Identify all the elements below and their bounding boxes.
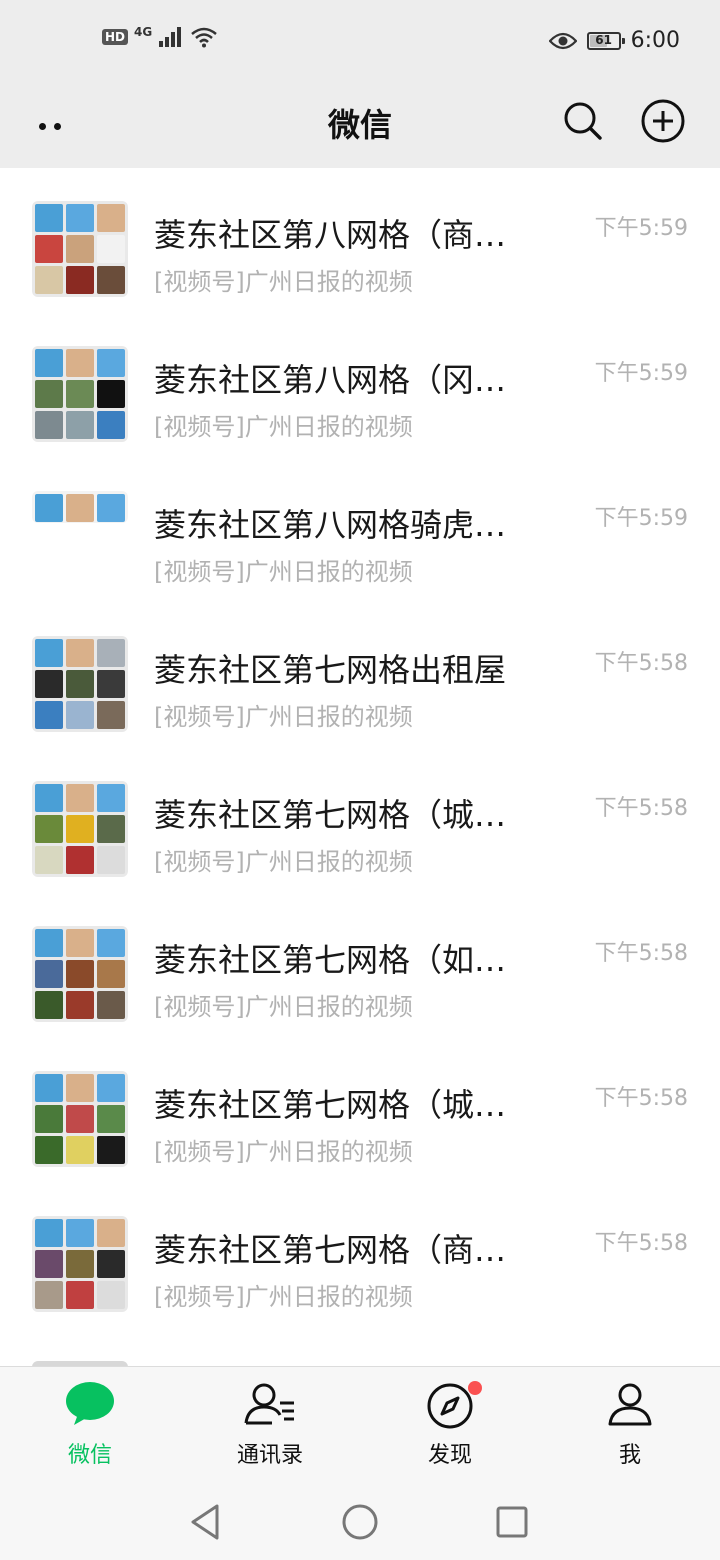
group-avatar: [32, 201, 128, 297]
tab-chats[interactable]: 微信: [0, 1367, 180, 1483]
chat-item[interactable]: 菱东社区第七网格（商… [视频号]广州日报的视频 下午5:58: [0, 1183, 720, 1328]
chat-title: 菱东社区第七网格（商…: [154, 1231, 507, 1269]
back-triangle-icon: [191, 1504, 219, 1540]
chat-preview: [视频号]广州日报的视频: [154, 1138, 413, 1166]
tab-contacts[interactable]: 通讯录: [180, 1367, 360, 1483]
search-button[interactable]: [560, 98, 606, 144]
battery-percentage: 61: [595, 32, 612, 47]
chat-preview: [视频号]广州日报的视频: [154, 703, 413, 731]
chat-time: 下午5:58: [594, 1231, 688, 1256]
tab-label: 微信: [67, 1443, 112, 1468]
chat-preview: [视频号]广州日报的视频: [154, 993, 413, 1021]
chat-preview: [视频号]广州日报的视频: [154, 268, 413, 296]
contacts-icon: [244, 1383, 294, 1425]
hd-badge: HD: [102, 29, 129, 45]
tab-bar: 微信 通讯录 发现 我: [0, 1366, 720, 1483]
chat-title: 菱东社区第七网格（城…: [154, 796, 507, 834]
status-bar: HD 4G 61 6:00: [0, 0, 720, 84]
status-left: HD 4G: [102, 25, 218, 48]
chat-title: 菱东社区第八网格（商…: [154, 216, 507, 254]
chat-item[interactable]: 菱东社区第八网格（冈… [视频号]广州日报的视频 下午5:59: [0, 313, 720, 458]
chat-time: 下午5:59: [594, 506, 688, 531]
recents-button[interactable]: [490, 1500, 534, 1544]
group-avatar: [32, 346, 128, 442]
notification-dot: [468, 1381, 482, 1395]
group-avatar: [32, 781, 128, 877]
tab-me[interactable]: 我: [540, 1367, 720, 1483]
home-button[interactable]: [338, 1500, 382, 1544]
top-bar: 微信: [0, 84, 720, 168]
chat-item[interactable]: 菱东社区第七网格（城… [视频号]广州日报的视频 下午5:58: [0, 1038, 720, 1183]
chat-item[interactable]: 菱东社区第七网格（如… [视频号]广州日报的视频 下午5:58: [0, 893, 720, 1038]
chat-bubble-icon: [66, 1382, 114, 1425]
tab-label: 发现: [427, 1443, 472, 1468]
signal-icon: [159, 27, 182, 47]
group-avatar: [32, 636, 128, 732]
chat-time: 下午5:58: [594, 796, 688, 821]
chat-item[interactable]: 菱东社区第八网格骑虎… [视频号]广州日报的视频 下午5:59: [0, 458, 720, 603]
chat-time: 下午5:58: [594, 651, 688, 676]
back-button[interactable]: [183, 1500, 227, 1544]
chat-item[interactable]: 菱东社区第七网格出租屋 [视频号]广州日报的视频 下午5:58: [0, 603, 720, 748]
plus-circle-icon: [641, 99, 685, 143]
tab-label: 我: [618, 1443, 641, 1468]
clock: 6:00: [630, 28, 680, 53]
group-avatar: [32, 1216, 128, 1312]
battery-indicator: 61: [586, 31, 625, 50]
network-type: 4G: [134, 25, 153, 39]
group-avatar: [32, 1071, 128, 1167]
chat-title: 菱东社区第七网格（如…: [154, 941, 507, 979]
eye-icon: [548, 32, 577, 49]
chat-title: 菱东社区第七网格（城…: [154, 1086, 507, 1124]
chat-preview: [视频号]广州日报的视频: [154, 1283, 413, 1311]
chat-title: 菱东社区第八网格骑虎…: [154, 506, 507, 544]
chat-time: 下午5:59: [594, 216, 688, 241]
group-avatar: [32, 491, 128, 523]
chat-title: 菱东社区第七网格出租屋: [154, 651, 507, 689]
chat-item[interactable]: 菱东社区第七网格（城… [视频号]广州日报的视频 下午5:58: [0, 748, 720, 893]
chat-list: 菱东社区第八网格（商… [视频号]广州日报的视频 下午5:59 菱东社区第八网格…: [0, 168, 720, 1366]
system-nav-bar: [0, 1482, 720, 1560]
chat-time: 下午5:59: [594, 361, 688, 386]
group-avatar: [32, 926, 128, 1022]
chat-preview: [视频号]广州日报的视频: [154, 413, 413, 441]
tab-label: 通讯录: [236, 1443, 303, 1468]
chat-item[interactable]: 菱东社区第八网格（商… [视频号]广州日报的视频 下午5:59: [0, 168, 720, 313]
search-icon: [564, 102, 602, 140]
home-circle-icon: [342, 1504, 378, 1540]
wifi-icon: [191, 27, 218, 48]
recents-square-icon: [496, 1506, 528, 1538]
chat-time: 下午5:58: [594, 1086, 688, 1111]
add-button[interactable]: [640, 98, 686, 144]
chat-preview: [视频号]广州日报的视频: [154, 848, 413, 876]
status-right: 61 6:00: [548, 28, 680, 53]
tab-discover[interactable]: 发现: [360, 1367, 540, 1483]
page-title: 微信: [327, 106, 392, 144]
person-icon: [608, 1383, 652, 1426]
chat-title: 菱东社区第八网格（冈…: [154, 361, 507, 399]
chat-preview: [视频号]广州日报的视频: [154, 558, 413, 586]
chat-time: 下午5:58: [594, 941, 688, 966]
